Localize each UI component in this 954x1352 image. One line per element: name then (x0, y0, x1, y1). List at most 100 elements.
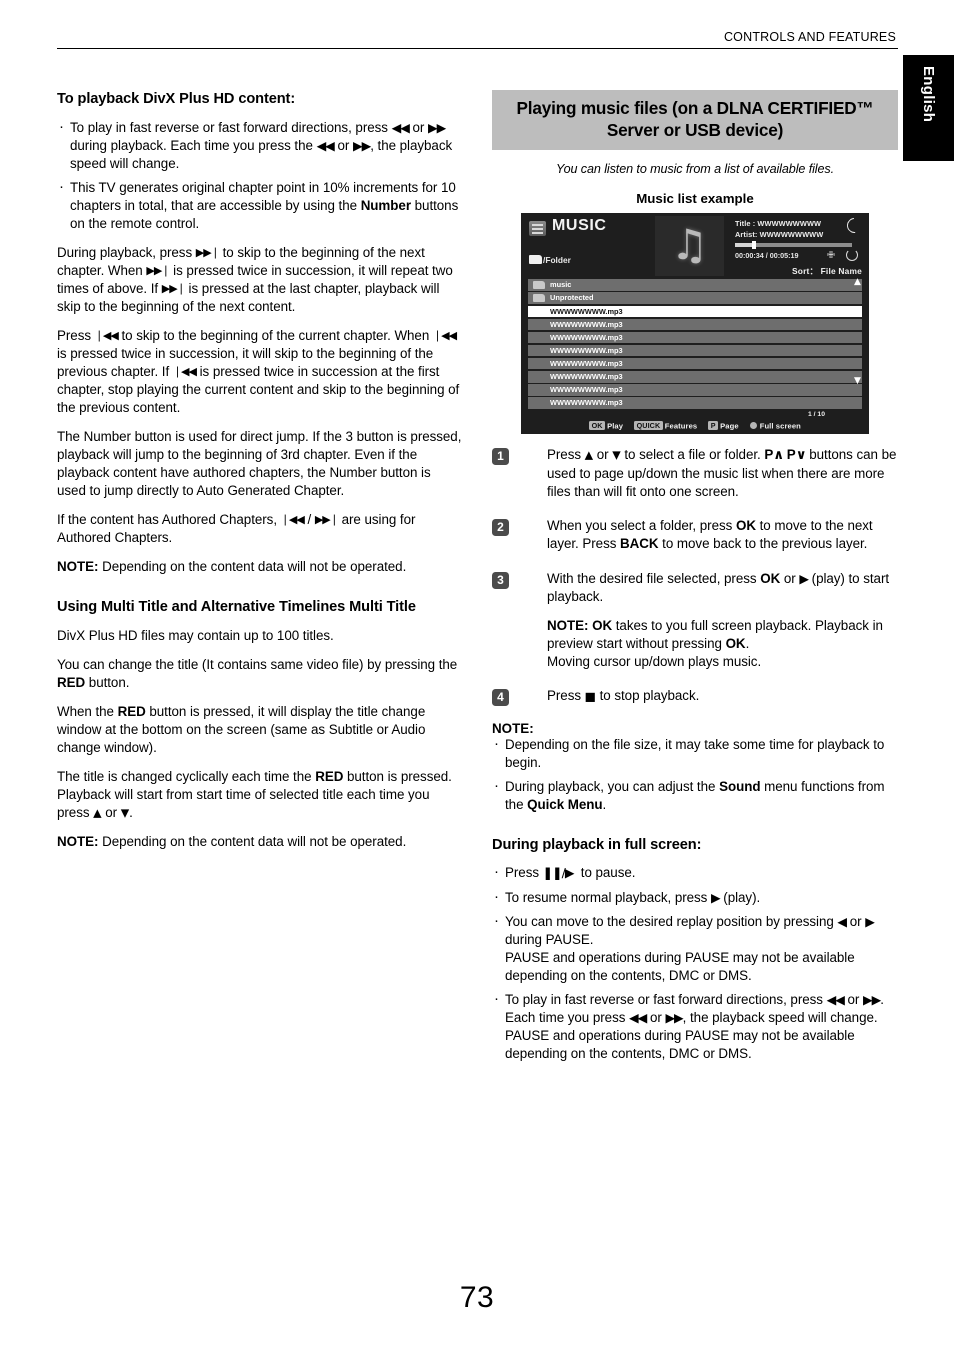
paragraph-cyclic-title: The title is changed cyclically each tim… (57, 769, 452, 821)
list-item[interactable]: WWWWWWWW.mp3 (528, 344, 862, 357)
full-screen-dot-icon[interactable] (749, 421, 757, 429)
shuffle-icon[interactable]: ✙ (827, 250, 835, 261)
language-tab-label: English (920, 66, 937, 123)
scroll-down-icon[interactable]: ▼ (853, 376, 862, 386)
music-screen-footer: OK Play QUICK Features P Page Full screen (521, 420, 869, 431)
note-label: NOTE: (57, 559, 99, 575)
chevron-up-icon: ∧ (773, 448, 784, 464)
list-item: To play in fast reverse or fast forward … (492, 990, 898, 1063)
music-file-list[interactable]: music Unprotected WWWWWWWW.mp3 WWWWWWWW.… (528, 277, 862, 410)
heading-multi-title: Using Multi Title and Alternative Timeli… (57, 599, 416, 616)
paragraph-change-title: You can change the title (It contains sa… (57, 657, 458, 691)
numbered-steps: 1 Press ▲ or ▼ to select a file or folde… (492, 446, 898, 706)
list-item-label: music (550, 280, 572, 290)
scroll-up-icon[interactable]: ▲ (853, 277, 862, 287)
left-arrow-icon: ◀ (837, 913, 847, 929)
folder-icon (533, 294, 545, 303)
list-item: Press ❚❚/▶ to pause. (492, 863, 898, 882)
sort-label[interactable]: Sort： File Name (792, 265, 862, 277)
quick-key-badge[interactable]: QUICK (634, 420, 663, 430)
list-item[interactable]: WWWWWWWW.mp3 (528, 357, 862, 370)
note-content-data-2: NOTE: Depending on the content data will… (57, 833, 463, 851)
paragraph-number-direct-jump: The Number button is used for direct jum… (57, 429, 462, 499)
list-item: This TV generates original chapter point… (57, 178, 463, 233)
list-item-label: WWWWWWWW.mp3 (550, 372, 623, 381)
step-text: When you select a folder, press OK to mo… (547, 518, 873, 552)
figure-caption: Music list example (636, 191, 754, 207)
page-indicator: 1 / 10 (807, 411, 825, 419)
now-playing-metadata: Title : WWWWWWWWW Artist: WWWWWWWWW (735, 219, 861, 241)
folder-icon (529, 255, 542, 265)
list-item-label: WWWWWWWW.mp3 (550, 385, 623, 395)
list-item-label: WWWWWWWW.mp3 (550, 398, 623, 408)
music-note-icon: ♫ (670, 220, 709, 270)
step-2: 2 When you select a folder, press OK to … (492, 517, 898, 553)
list-item: To play in fast reverse or fast forward … (57, 118, 463, 173)
list-item: During playback, you can adjust the Soun… (492, 777, 898, 814)
running-title: CONTROLS AND FEATURES (723, 30, 896, 44)
list-item[interactable]: WWWWWWWW.mp3 (528, 371, 862, 383)
rewind-icon: ◀◀ (391, 119, 410, 135)
intro-text: You can listen to music from a list of a… (556, 162, 834, 177)
p-key-badge[interactable]: P (708, 420, 719, 430)
note-content-data-1: NOTE: Depending on the content data will… (57, 558, 463, 576)
number-button-label: Number (360, 197, 411, 213)
language-tab: English (903, 55, 954, 161)
heading-full-screen-playback: During playback in full screen: (492, 836, 702, 853)
rewind-icon: ◀◀ (826, 991, 845, 1007)
list-item[interactable]: WWWWWWWW.mp3 (528, 331, 862, 344)
step-note: NOTE: OK takes to you full screen playba… (547, 617, 883, 669)
list-item-label: WWWWWWWW.mp3 (550, 332, 623, 342)
step-4: 4 Press ■ to stop playback. (492, 687, 898, 706)
note-label: NOTE: OK (547, 617, 613, 633)
list-item[interactable]: music (528, 279, 862, 291)
red-button-label: RED (315, 769, 344, 785)
ok-key-badge[interactable]: OK (589, 420, 606, 430)
full-screen-label: Full screen (759, 421, 801, 431)
step-number-badge: 1 (492, 448, 509, 466)
music-list-screenshot: MUSIC /Folder ♫ Title : WWWWWWWWW Artist… (521, 213, 869, 435)
step-text: With the desired file selected, press OK… (547, 570, 890, 604)
list-item-selected[interactable]: WWWWWWWW.mp3 (528, 305, 862, 318)
list-item-label: Unprotected (550, 293, 594, 303)
quick-menu-label: Quick Menu (527, 796, 603, 812)
back-button-label: BACK (620, 536, 659, 552)
list-item[interactable]: Unprotected (528, 292, 862, 304)
list-item[interactable]: WWWWWWWW.mp3 (528, 397, 862, 409)
list-item: You can move to the desired replay posit… (492, 912, 898, 985)
divx-bullet-list: To play in fast reverse or fast forward … (57, 118, 463, 233)
fullscreen-bullet-list: Press ❚❚/▶ to pause. To resume normal pl… (492, 863, 898, 1063)
arrow-up-icon: ▲ (584, 448, 594, 462)
paragraph-skip-current-chapter: Press ❘◀◀ to skip to the beginning of th… (57, 327, 460, 416)
list-item: To resume normal playback, press ▶ (play… (492, 888, 898, 907)
playback-progress-bar[interactable] (735, 241, 852, 250)
right-column: Playing music files (on a DLNA CERTIFIED… (492, 90, 898, 1074)
note-label: NOTE: (57, 834, 99, 850)
stop-icon: ■ (584, 689, 596, 704)
note-text: Depending on the content data will not b… (98, 834, 407, 850)
note-text: Depending on the content data will not b… (98, 559, 407, 575)
ok-button-label: OK (760, 570, 781, 586)
list-item[interactable]: WWWWWWWW.mp3 (528, 384, 862, 396)
playback-time: 00:00:34 / 00:05:19 (735, 251, 799, 261)
quick-key-label: Features (664, 421, 698, 431)
paragraph-skip-next-chapter: During playback, press ▶▶❘ to skip to th… (57, 244, 453, 314)
red-button-label: RED (117, 704, 146, 720)
step-text: Press ■ to stop playback. (547, 687, 700, 704)
section-banner: Playing music files (on a DLNA CERTIFIED… (492, 90, 898, 151)
ok-button-label: OK (735, 518, 756, 534)
heading-playback-divx: To playback DivX Plus HD content: (57, 91, 296, 107)
music-app-icon (529, 221, 546, 237)
folder-icon (533, 281, 545, 290)
skip-next-icon: ▶▶❘ (146, 263, 170, 277)
rewind-icon: ◀◀ (629, 1009, 647, 1025)
page-up-down-label: P∧ P∨ (764, 447, 806, 464)
repeat-icon[interactable] (846, 249, 858, 262)
track-artist: Artist: WWWWWWWWW (735, 230, 824, 240)
play-icon: ▶ (711, 889, 721, 905)
progress-knob[interactable] (752, 241, 756, 250)
note-block: NOTE: Depending on the file size, it may… (492, 721, 898, 814)
banner-title: Playing music files (on a DLNA CERTIFIED… (516, 98, 874, 140)
list-scrollbar[interactable]: ▲ ▼ (853, 277, 862, 386)
list-item[interactable]: WWWWWWWW.mp3 (528, 318, 862, 331)
